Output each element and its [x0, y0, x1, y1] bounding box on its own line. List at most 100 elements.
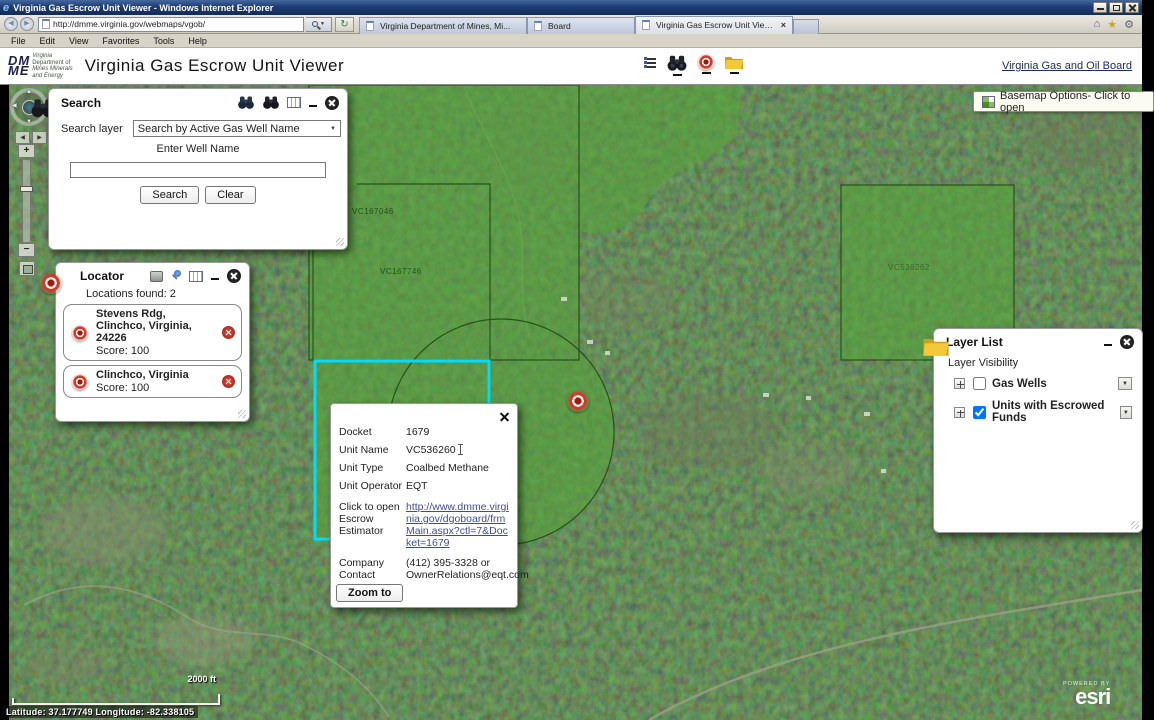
remove-result-button[interactable]	[222, 326, 235, 339]
locator-target-icon[interactable]	[698, 54, 714, 70]
locator-panel: Locator Locations found: 2 Stevens Rdg, …	[55, 262, 250, 422]
restore-button[interactable]	[1109, 2, 1123, 13]
result-score: Score: 100	[96, 382, 217, 394]
menu-tools[interactable]: Tools	[146, 36, 181, 46]
locator-result-item[interactable]: Clinchco, Virginia Score: 100	[63, 365, 242, 398]
geocoder-icon[interactable]	[150, 271, 163, 282]
menu-bar: File Edit View Favorites Tools Help	[0, 34, 1142, 48]
home-icon[interactable]: ⌂	[1094, 18, 1101, 31]
escrowed-units-checkbox[interactable]	[973, 406, 986, 419]
minimize-button[interactable]	[1093, 2, 1107, 13]
address-url[interactable]: http://dmme.virginia.gov/webmaps/vgob/	[53, 19, 205, 29]
select-caret-icon: ▼	[330, 126, 336, 132]
layerlist-close-button[interactable]	[1120, 335, 1134, 349]
layer-row-gas-wells: Gas Wells ▼	[954, 377, 1132, 390]
basemap-options-button[interactable]: Basemap Options- Click to open	[973, 91, 1154, 112]
zoom-slider[interactable]	[22, 159, 31, 243]
tab-favicon	[366, 21, 374, 31]
next-extent-button[interactable]: ▶	[32, 131, 47, 144]
locator-result-item[interactable]: Stevens Rdg, Clinchco, Virginia, 24226 S…	[63, 304, 242, 361]
scale-line	[12, 696, 220, 705]
menu-view[interactable]: View	[62, 36, 95, 46]
zoom-out-button[interactable]: −	[18, 243, 35, 257]
layer-menu-button[interactable]: ▼	[1118, 377, 1132, 390]
search-minimize-button[interactable]	[308, 97, 318, 109]
basemap-grid-icon	[982, 96, 995, 108]
layer-row-escrowed-units: Units with Escrowed Funds ▼	[954, 400, 1132, 424]
well-name-input[interactable]	[70, 162, 326, 178]
address-bar[interactable]: http://dmme.virginia.gov/webmaps/vgob/	[38, 17, 304, 32]
popup-close-icon[interactable]	[499, 411, 510, 422]
unit-type-value: Coalbed Methane	[406, 462, 489, 474]
clear-button[interactable]: Clear	[205, 186, 255, 204]
caret-down-icon: ▼	[320, 21, 325, 27]
gas-wells-checkbox[interactable]	[973, 377, 986, 390]
gas-oil-board-link[interactable]: Virginia Gas and Oil Board	[1002, 60, 1132, 72]
menu-help[interactable]: Help	[181, 36, 214, 46]
tab-close-icon[interactable]: ×	[781, 20, 786, 30]
locator-minimize-button[interactable]	[210, 270, 220, 282]
resize-grip[interactable]	[336, 238, 344, 246]
layerlist-folder-icon[interactable]	[724, 54, 744, 70]
menu-edit[interactable]: Edit	[33, 36, 63, 46]
layer-list-header[interactable]: Layer List	[934, 329, 1142, 351]
resize-grip[interactable]	[1131, 521, 1139, 529]
favorites-star-icon[interactable]: ★	[1107, 18, 1117, 31]
expand-icon[interactable]	[954, 378, 965, 389]
result-target-icon	[72, 374, 88, 390]
tab-board[interactable]: Board	[527, 17, 635, 34]
search-close-button[interactable]	[325, 96, 339, 110]
locator-panel-header[interactable]: Locator	[56, 263, 249, 285]
full-extent-button[interactable]	[19, 261, 35, 276]
browser-chrome: e Virginia Gas Escrow Unit Viewer - Wind…	[0, 0, 1142, 85]
dmme-logo: DMME Virginia Department of Mines Minera…	[8, 53, 73, 79]
text-cursor	[460, 444, 462, 455]
locator-table-icon[interactable]	[189, 271, 203, 282]
locations-found-text: Locations found: 2	[86, 288, 249, 300]
resize-grip[interactable]	[238, 410, 246, 418]
locate-result-marker[interactable]	[567, 390, 589, 412]
pan-west-icon[interactable]: ◀	[12, 102, 17, 109]
new-tab-stub[interactable]	[793, 19, 819, 34]
layer-menu-button[interactable]: ▼	[1120, 406, 1132, 419]
locator-close-button[interactable]	[227, 269, 241, 283]
menu-favorites[interactable]: Favorites	[95, 36, 146, 46]
tab-viewer-active[interactable]: Virginia Gas Escrow Unit Viewer ×	[635, 16, 793, 34]
search-panel-title: Search	[61, 96, 101, 110]
tools-gear-icon[interactable]: ⚙	[1124, 18, 1134, 31]
forward-button[interactable]: ▶	[20, 17, 34, 31]
binoculars-results-icon[interactable]	[262, 95, 280, 110]
legend-list-icon[interactable]	[640, 54, 656, 72]
tab-favicon	[642, 20, 650, 30]
binoculars-icon[interactable]	[237, 95, 255, 110]
layerlist-minimize-button[interactable]	[1103, 336, 1113, 348]
tab-strip: Virginia Department of Mines, Mi... Boar…	[359, 15, 819, 34]
back-button[interactable]: ◀	[4, 17, 18, 31]
results-table-icon[interactable]	[287, 97, 301, 108]
pan-south-icon[interactable]: ▼	[26, 119, 32, 125]
app-header: DMME Virginia Department of Mines Minera…	[0, 48, 1142, 85]
zoom-in-button[interactable]: +	[18, 144, 35, 158]
company-contact-label: Company Contact	[339, 557, 406, 581]
refresh-button[interactable]: ↻	[335, 17, 354, 32]
remove-result-button[interactable]	[222, 375, 235, 388]
previous-extent-button[interactable]: ◀	[15, 131, 30, 144]
window-titlebar[interactable]: e Virginia Gas Escrow Unit Viewer - Wind…	[0, 0, 1142, 15]
pan-north-icon[interactable]: ▲	[26, 89, 32, 95]
zoom-slider-handle[interactable]	[20, 186, 33, 192]
close-button[interactable]	[1125, 2, 1139, 13]
escrow-estimator-link[interactable]: http://www.dmme.virginia.gov/dgoboard/fr…	[406, 501, 509, 549]
window-title: Virginia Gas Escrow Unit Viewer - Window…	[13, 3, 273, 13]
map-unit-label: VC167046	[352, 207, 394, 216]
search-panel-header[interactable]: Search	[49, 89, 347, 112]
search-binoculars-icon[interactable]	[666, 54, 688, 72]
expand-icon[interactable]	[954, 407, 965, 418]
search-button[interactable]: Search	[140, 186, 199, 204]
zoom-to-button[interactable]: Zoom to	[336, 584, 403, 602]
search-dropdown-button[interactable]: ▼	[306, 17, 332, 32]
menu-file[interactable]: File	[4, 36, 33, 46]
pushpin-icon[interactable]	[170, 269, 182, 283]
tab-dmme[interactable]: Virginia Department of Mines, Mi...	[359, 17, 527, 34]
search-layer-select[interactable]: Search by Active Gas Well Name ▼	[133, 120, 341, 137]
result-score: Score: 100	[96, 345, 217, 357]
